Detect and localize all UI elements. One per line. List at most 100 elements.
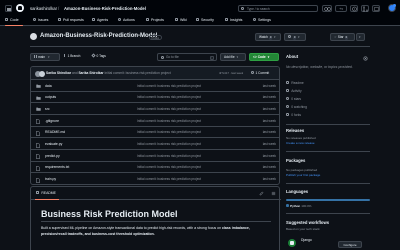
pull-request-icon [362, 6, 369, 12]
file-name[interactable]: predict.py [45, 154, 60, 159]
tab-settings[interactable]: Settings [253, 17, 271, 24]
book-icon [286, 81, 290, 85]
file-commit-message[interactable]: Initial commit: business risk prediction… [137, 95, 201, 100]
stars-link[interactable]: 0 stars [286, 97, 301, 102]
tab-code[interactable]: Code [5, 17, 19, 24]
branch-selector[interactable]: main ▾ [30, 53, 60, 61]
file-name[interactable]: outputs [45, 95, 56, 100]
file-row[interactable]: data Initial commit: business risk predic… [31, 80, 279, 92]
sidebar-divider [286, 124, 370, 125]
star-list-button[interactable]: ▾ [356, 33, 365, 41]
file-row[interactable]: requirements.txt Initial commit: business… [31, 162, 279, 174]
tab-actions[interactable]: Actions [118, 17, 135, 24]
watch-label: Watch [259, 35, 268, 39]
breadcrumb-owner[interactable]: sarikashirolkar [30, 6, 57, 11]
commit-message[interactable]: Initial commit: business risk prediction… [105, 71, 171, 75]
search-input[interactable]: Type / to search [238, 5, 318, 12]
file-icon [36, 142, 40, 148]
breadcrumb-repo[interactable]: Amazon-Business-Risk-Prediction-Model [64, 6, 146, 11]
publish-package-link[interactable]: Publish your first package [286, 173, 320, 177]
file-row[interactable]: README.md Initial commit: business risk p… [31, 127, 279, 139]
tab-agents[interactable]: Agents [92, 17, 108, 24]
watch-button[interactable]: Watch 0 ▾ [255, 33, 281, 41]
file-row[interactable]: evaluate.py Initial commit: business risk… [31, 139, 279, 150]
owner-avatar[interactable] [30, 33, 37, 40]
packages-heading[interactable]: Packages [286, 158, 305, 163]
tab-issues[interactable]: Issues [33, 17, 48, 24]
file-commit-message[interactable]: Initial commit: business risk prediction… [137, 130, 201, 135]
repo-title[interactable]: Amazon-Business-Risk-Prediction-Model [40, 33, 157, 40]
language-name: Python [290, 203, 301, 208]
file-commit-message[interactable]: Initial commit: business risk prediction… [137, 84, 201, 89]
readme-tab[interactable]: README [36, 190, 56, 196]
github-logo-icon[interactable] [16, 4, 24, 12]
create-release-link[interactable]: Create a new release [286, 141, 315, 145]
tab-insights[interactable]: Insights [225, 17, 242, 24]
tab-wiki-label: Wiki [179, 18, 187, 22]
commit-author[interactable]: Sarika Shirolkar [46, 71, 71, 75]
add-file-button[interactable]: Add file ▾ [220, 53, 246, 61]
readme-heading: Business Risk Prediction Model [41, 209, 178, 219]
file-row[interactable]: src Initial commit: business risk predict… [31, 103, 279, 115]
notifications-button[interactable] [372, 5, 380, 12]
file-name[interactable]: requirements.txt [45, 165, 69, 170]
user-avatar[interactable] [388, 4, 396, 12]
forks-link[interactable]: 0 forks [286, 113, 301, 118]
configure-button[interactable]: Configure [338, 241, 362, 248]
shield-icon [196, 17, 200, 22]
outline-icon[interactable] [271, 191, 276, 196]
code-button[interactable]: <>Code ▾ [249, 53, 279, 61]
gear-icon[interactable] [363, 56, 368, 61]
gear-icon [253, 17, 257, 22]
commit-coauthor[interactable]: Sarika Shirolkar [78, 71, 103, 75]
fork-button[interactable]: 0 ▾ [284, 33, 306, 41]
file-name[interactable]: evaluate.py [45, 142, 62, 147]
releases-heading[interactable]: Releases [286, 128, 304, 133]
star-button[interactable]: ☆ Star 0 [330, 33, 355, 41]
file-name[interactable]: README.md [45, 130, 65, 135]
tab-wiki[interactable]: Wiki [175, 17, 187, 24]
commit-hash[interactable]: 4f7c417 · last week [219, 71, 243, 76]
readme-link[interactable]: Readme [286, 81, 304, 86]
add-file-label: Add file [224, 55, 235, 59]
tab-security[interactable]: Security [196, 17, 214, 24]
file-name[interactable]: .gitignore [45, 119, 59, 124]
pull-requests-button[interactable] [361, 5, 369, 12]
create-new-button[interactable]: +▾ [335, 5, 347, 12]
tab-projects[interactable]: Projects [146, 17, 164, 24]
file-name[interactable]: src [45, 107, 50, 112]
file-commit-time: last week [262, 106, 276, 111]
tags-link[interactable]: 0 Tags [91, 53, 106, 61]
watching-link[interactable]: 0 watching [286, 105, 307, 110]
file-row[interactable]: .gitignore Initial commit: business risk … [31, 115, 279, 127]
file-commit-message[interactable]: Initial commit: business risk prediction… [137, 154, 201, 159]
go-to-file-input[interactable]: Go to file t [157, 53, 217, 61]
file-commit-message[interactable]: Initial commit: business risk prediction… [137, 107, 201, 112]
commits-link[interactable]: 1 Commit [251, 71, 269, 76]
tab-pull-requests[interactable]: Pull requests [58, 17, 84, 24]
copilot-button[interactable] [322, 5, 332, 12]
file-row[interactable]: train.py Initial commit: business risk pr… [31, 174, 279, 184]
file-commit-message[interactable]: Initial commit: business risk prediction… [137, 142, 201, 147]
packages-text: No packages published [286, 168, 318, 172]
file-commit-message[interactable]: Initial commit: business risk prediction… [137, 177, 201, 182]
active-tab-indicator [5, 25, 23, 26]
file-name[interactable]: data [45, 84, 52, 89]
latest-commit-text: Sarika Shirolkar and Sarika Shirolkar In… [46, 71, 171, 76]
file-commit-message[interactable]: Initial commit: business risk prediction… [137, 165, 201, 170]
file-name[interactable]: train.py [45, 177, 56, 182]
branches-link[interactable]: 1 Branch [64, 53, 80, 61]
issues-button[interactable] [350, 5, 358, 12]
book-icon [36, 191, 40, 195]
coauthor-avatar[interactable] [39, 70, 45, 77]
menu-icon[interactable] [5, 5, 12, 12]
file-commit-time: last week [262, 165, 276, 170]
activity-link[interactable]: Activity [286, 89, 302, 94]
language-python[interactable]: Python100.0% [286, 204, 311, 208]
eye-icon [286, 105, 290, 109]
file-row[interactable]: outputs Initial commit: business risk pre… [31, 92, 279, 104]
file-commit-message[interactable]: Initial commit: business risk prediction… [137, 119, 201, 124]
file-row[interactable]: predict.py Initial commit: business risk … [31, 150, 279, 162]
edit-icon[interactable] [259, 191, 264, 196]
workflows-subtitle: Based on your tech stack [286, 227, 320, 231]
